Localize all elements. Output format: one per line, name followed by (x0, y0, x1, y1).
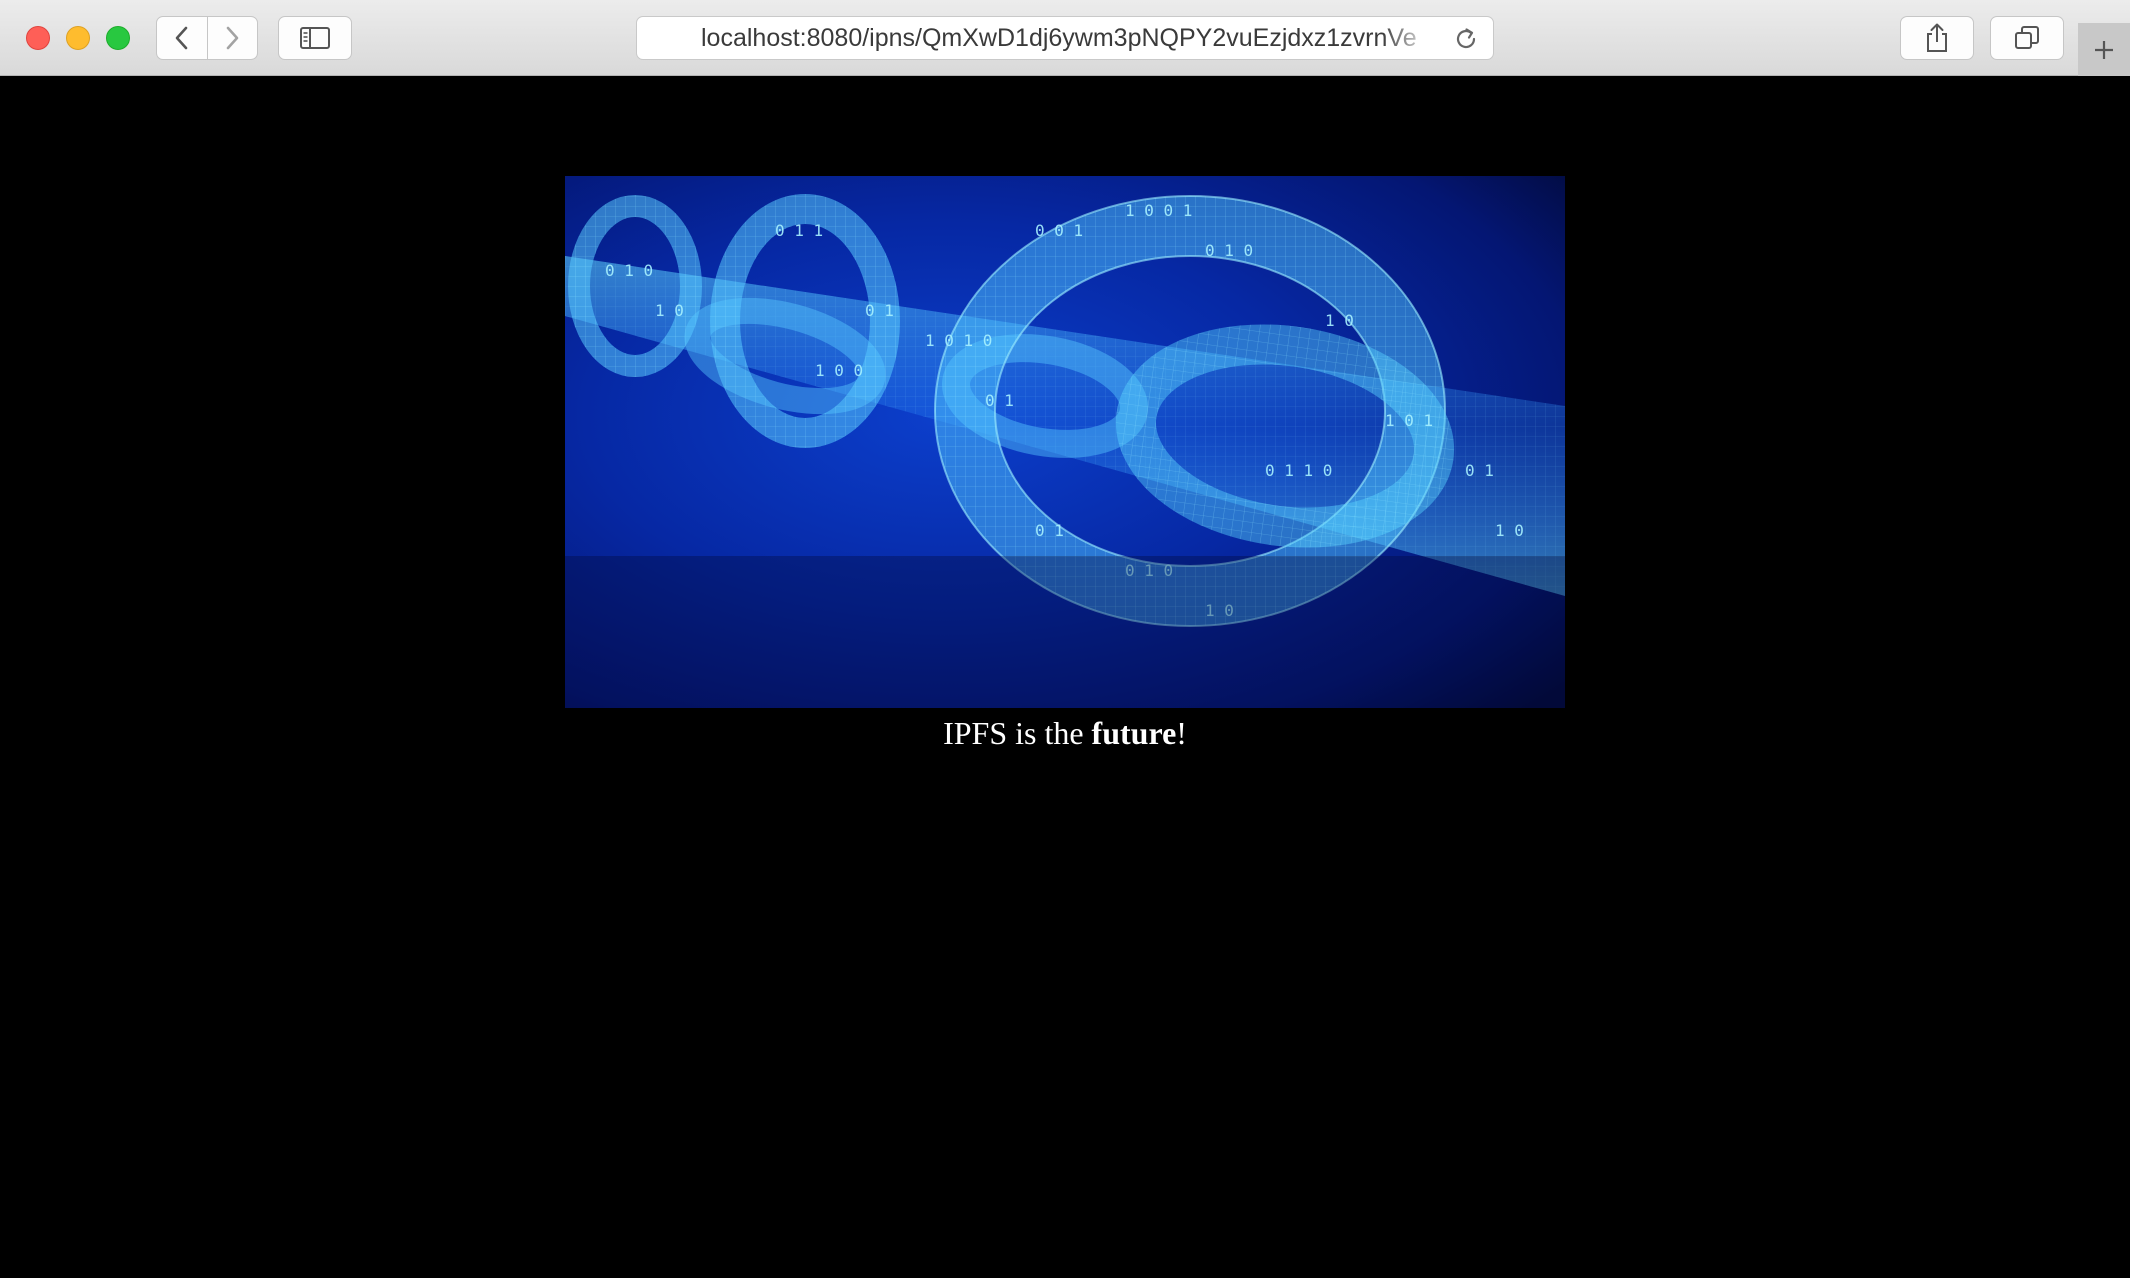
chevron-right-icon (227, 26, 239, 50)
svg-text:0 1: 0 1 (985, 391, 1014, 410)
chevron-left-icon (175, 26, 188, 50)
svg-text:0 1 1: 0 1 1 (775, 221, 823, 240)
svg-text:1 0: 1 0 (1325, 311, 1354, 330)
reload-icon[interactable] (1453, 26, 1479, 52)
minimize-window-button[interactable] (66, 26, 90, 50)
caption-suffix: ! (1176, 715, 1187, 751)
svg-text:0 1: 0 1 (1035, 521, 1064, 540)
browser-toolbar: localhost:8080/ipns/QmXwD1dj6ywm3pNQPY2v… (0, 0, 2130, 76)
svg-text:0 1 1 0: 0 1 1 0 (1265, 461, 1332, 480)
page-content: 0 1 0 1 0 0 1 1 1 0 0 0 1 1 0 1 0 0 1 0 … (0, 77, 2130, 1278)
url-text: localhost:8080/ipns/QmXwD1dj6ywm3pNQPY2v… (701, 23, 1417, 52)
caption-prefix: IPFS is the (943, 715, 1092, 751)
svg-text:1 0: 1 0 (655, 301, 684, 320)
share-icon (1927, 23, 1947, 52)
page-caption: IPFS is the future! (0, 714, 2130, 752)
svg-text:0 0 1: 0 0 1 (1035, 221, 1083, 240)
svg-text:0 1: 0 1 (865, 301, 894, 320)
tab-overview-button[interactable] (1990, 16, 2064, 60)
svg-text:1 0 0 1: 1 0 0 1 (1125, 201, 1192, 220)
svg-text:0 1: 0 1 (1465, 461, 1494, 480)
svg-text:1 0 1 0: 1 0 1 0 (925, 331, 992, 350)
address-bar[interactable]: localhost:8080/ipns/QmXwD1dj6ywm3pNQPY2v… (636, 16, 1494, 60)
plus-icon (2095, 40, 2113, 59)
close-window-button[interactable] (26, 26, 50, 50)
tabs-overview-icon (2015, 26, 2039, 49)
navigation-buttons (156, 16, 258, 60)
sidebar-toggle-button[interactable] (278, 16, 352, 60)
maximize-window-button[interactable] (106, 26, 130, 50)
new-tab-button[interactable] (2078, 23, 2130, 76)
svg-text:1 0: 1 0 (1495, 521, 1524, 540)
svg-text:1 0 0: 1 0 0 (815, 361, 863, 380)
forward-button[interactable] (206, 17, 257, 59)
share-button[interactable] (1900, 16, 1974, 60)
caption-bold-word: future (1091, 715, 1177, 751)
chain-illustration: 0 1 0 1 0 0 1 1 1 0 0 0 1 1 0 1 0 0 1 0 … (565, 176, 1565, 708)
svg-text:0 1 0: 0 1 0 (1205, 241, 1253, 260)
sidebar-icon (300, 27, 330, 49)
svg-text:0 1 0: 0 1 0 (605, 261, 653, 280)
blockchain-chain-image: 0 1 0 1 0 0 1 1 1 0 0 0 1 1 0 1 0 0 1 0 … (565, 176, 1565, 708)
svg-text:1 0 1: 1 0 1 (1385, 411, 1433, 430)
back-button[interactable] (157, 17, 207, 59)
